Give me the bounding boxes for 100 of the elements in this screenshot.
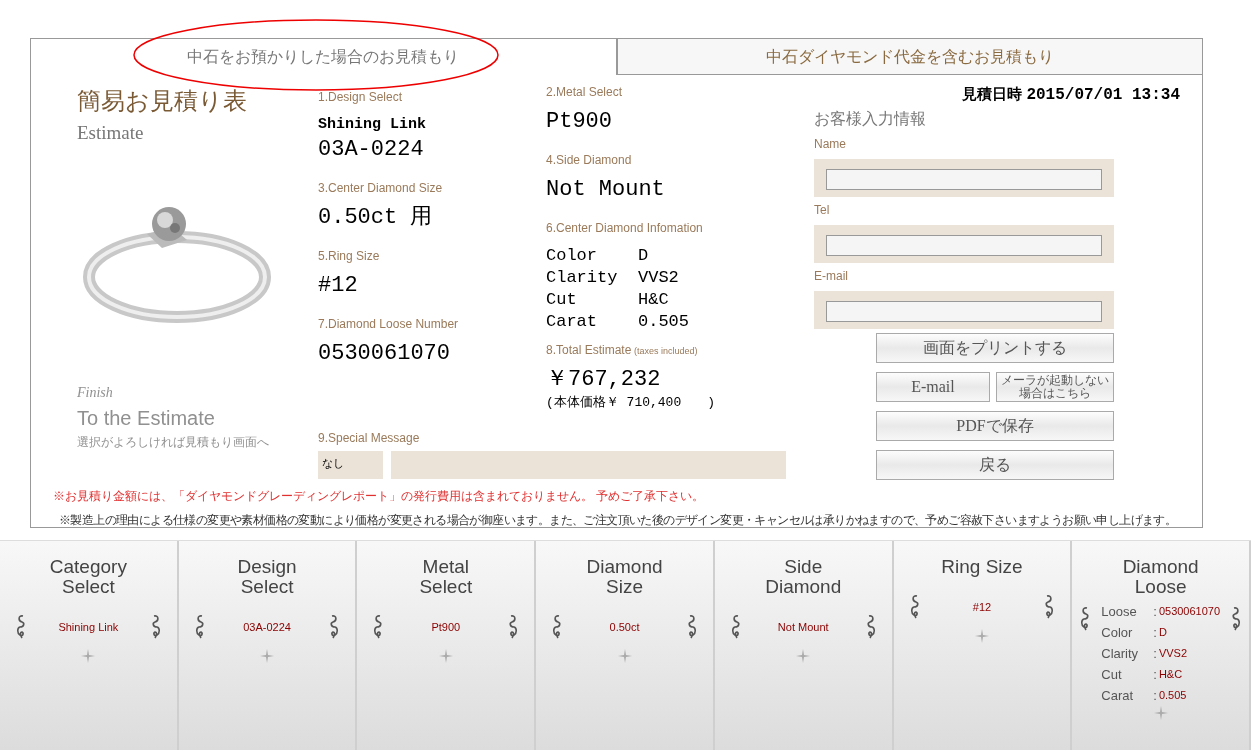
tab[interactable]: 中石ダイヤモンド代金を含むお見積もり (616, 38, 1203, 75)
step-title: Diamond Size (585, 557, 664, 597)
field-label: 6.Center Diamond Infomation (546, 220, 704, 237)
notice-text: ※お見積り金額には、「ダイヤモンドグレーディングレポート」の発行費用は含まれておりません。 予めご了承下さい。 (53, 487, 706, 505)
step-title: Category Select (48, 557, 128, 597)
detail-name: Cut (1101, 666, 1123, 684)
scroll-ornament-icon (552, 613, 563, 641)
scroll-ornament-icon (16, 613, 26, 641)
step-title: Metal Select (418, 557, 474, 597)
scroll-ornament-icon (508, 613, 519, 641)
scroll-ornament-icon (909, 593, 920, 621)
estimate-subtitle: Estimate (77, 121, 145, 145)
scroll-ornament-icon (1231, 605, 1242, 633)
field-label: 1.Design Select (318, 89, 404, 106)
step-title: Design Select (236, 557, 298, 597)
step-value: 03A-0224 (243, 619, 291, 635)
detail-value: D (1158, 625, 1167, 640)
step-panel[interactable]: Metal Select Pt900 (357, 541, 537, 750)
scroll-ornament-icon (1080, 605, 1091, 633)
scroll-ornament-icon (150, 613, 161, 641)
detail-value: VVS2 (1158, 646, 1188, 661)
detail-separator: : (1153, 687, 1157, 705)
date-value: 2015/07/01 13:34 (1026, 85, 1180, 106)
detail-name: Clarity (1101, 645, 1140, 663)
step-panel[interactable]: Side Diamond Not Mount (714, 541, 894, 750)
detail-separator: : (1153, 645, 1157, 663)
scroll-ornament-icon (194, 613, 205, 641)
spec-value: H&C (638, 289, 669, 311)
field-label: Tel (814, 202, 831, 219)
step-value: Not Mount (777, 619, 829, 635)
finish-note: 選択がよろしければ見積もり画面へ (77, 433, 270, 451)
detail-separator: : (1153, 624, 1157, 642)
field-label: 8.Total Estimate (taxes included) (546, 342, 699, 359)
field-label: 7.Diamond Loose Number (318, 315, 460, 333)
spec-value: 0.505 (638, 311, 689, 333)
field-value: Not Mount (546, 177, 666, 203)
detail-value: H&C (1158, 667, 1183, 682)
field-label: 4.Side Diamond (546, 152, 633, 169)
step-panel[interactable]: Diamond Loose Loose :0530061070 Color :D Clarity :VVS2 Cut :H&C Carat :0.505 (1072, 541, 1251, 750)
field-value: Pt900 (546, 109, 613, 135)
step-panel[interactable]: Ring Size #12 (893, 541, 1073, 750)
notice-text: ※製造上の理由による仕様の変更や素材価格の変動により価格が変更される場合が御座います。また、ご注文頂いた後のデザイン変更・キャンセルは承りかねますので、予めご容赦下さいますようお願い申し上げます。 (58, 511, 1178, 529)
scroll-ornament-icon (686, 613, 697, 641)
action-button[interactable]: E-mail (876, 372, 990, 402)
field-label: 3.Center Diamond Size (318, 179, 444, 197)
input-field[interactable] (814, 159, 1114, 197)
message-field[interactable]: なし (318, 450, 383, 479)
detail-value: 0.505 (1158, 688, 1187, 703)
scroll-ornament-icon (730, 613, 741, 641)
step-value: Shining Link (58, 619, 119, 635)
spec-name: Cut (546, 289, 578, 311)
finish-heading: To the Estimate (77, 405, 216, 431)
estimate-title: 簡易お見積り表 (77, 87, 248, 116)
detail-name: Loose (1101, 603, 1138, 621)
spec-name: Carat (546, 311, 598, 333)
detail-value: 0530061070 (1158, 604, 1221, 619)
step-value: Pt900 (431, 619, 461, 635)
spec-name: Color (546, 245, 598, 267)
price-note: (本体価格￥ 710,400 ) (546, 394, 716, 412)
spec-name: Clarity (546, 267, 619, 289)
step-panel[interactable]: Category Select Shining Link (0, 541, 179, 750)
customer-heading: お客様入力情報 (814, 109, 927, 129)
action-button[interactable]: 戻る (876, 450, 1114, 480)
detail-name: Carat (1101, 687, 1135, 705)
field-value: 0.50ct 用 (318, 204, 434, 231)
field-label: 2.Metal Select (546, 84, 624, 101)
mailer-help-button[interactable]: メーラが起動しない 場合はこちら (996, 372, 1114, 402)
scroll-ornament-icon (373, 613, 384, 641)
field-value: 0530061070 (318, 340, 452, 367)
field-label: 9.Special Message (318, 429, 421, 447)
field-value: #12 (318, 272, 359, 299)
step-value: 0.50ct (609, 619, 640, 635)
field-label: E-mail (814, 268, 849, 285)
step-panel[interactable]: Diamond Size 0.50ct (536, 541, 715, 750)
step-title: Ring Size (940, 557, 1024, 577)
field-value: ￥767,232 (546, 367, 662, 393)
spec-value: D (638, 245, 649, 267)
scroll-ornament-icon (865, 613, 876, 641)
action-button[interactable]: PDFで保存 (876, 411, 1114, 441)
step-title: Side Diamond (764, 557, 843, 597)
step-title: Diamond Loose (1121, 557, 1200, 597)
detail-separator: : (1153, 603, 1157, 621)
tab[interactable]: 中石をお預かりした場合のお見積もり (30, 38, 617, 75)
step-panel[interactable]: Design Select 03A-0224 (178, 541, 358, 750)
step-value: #12 (972, 599, 992, 615)
scroll-ornament-icon (329, 613, 340, 641)
spec-value: VVS2 (638, 267, 679, 289)
input-field[interactable] (814, 291, 1114, 329)
date-label: 見積日時 (962, 84, 1023, 104)
field-label: Name (814, 136, 847, 153)
detail-name: Color (1101, 624, 1134, 642)
scroll-ornament-icon (1044, 593, 1055, 621)
field-value: 03A-0224 (318, 136, 425, 163)
field-value: Shining Link (318, 115, 428, 135)
detail-separator: : (1153, 666, 1157, 684)
field-label: 5.Ring Size (318, 247, 381, 265)
action-button[interactable]: 画面をプリントする (876, 333, 1114, 363)
finish-kicker: Finish (77, 383, 114, 402)
input-field[interactable] (814, 225, 1114, 263)
message-field[interactable] (391, 450, 786, 479)
